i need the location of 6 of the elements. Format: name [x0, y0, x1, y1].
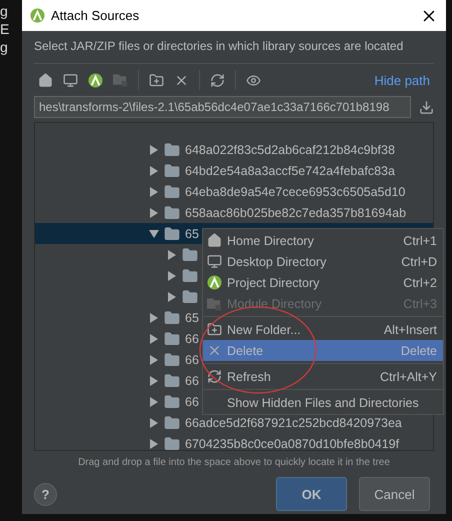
background-text: E [0, 20, 10, 38]
description-text: Select JAR/ZIP files or directories in which library sources are located [33, 38, 404, 55]
window-title: Attach Sources [51, 8, 140, 23]
background-text: g [0, 38, 9, 56]
drop-hint-text: Drag and drop a file into the space above to quickly locate it in the tree [77, 456, 391, 470]
background-text: g [0, 2, 9, 20]
